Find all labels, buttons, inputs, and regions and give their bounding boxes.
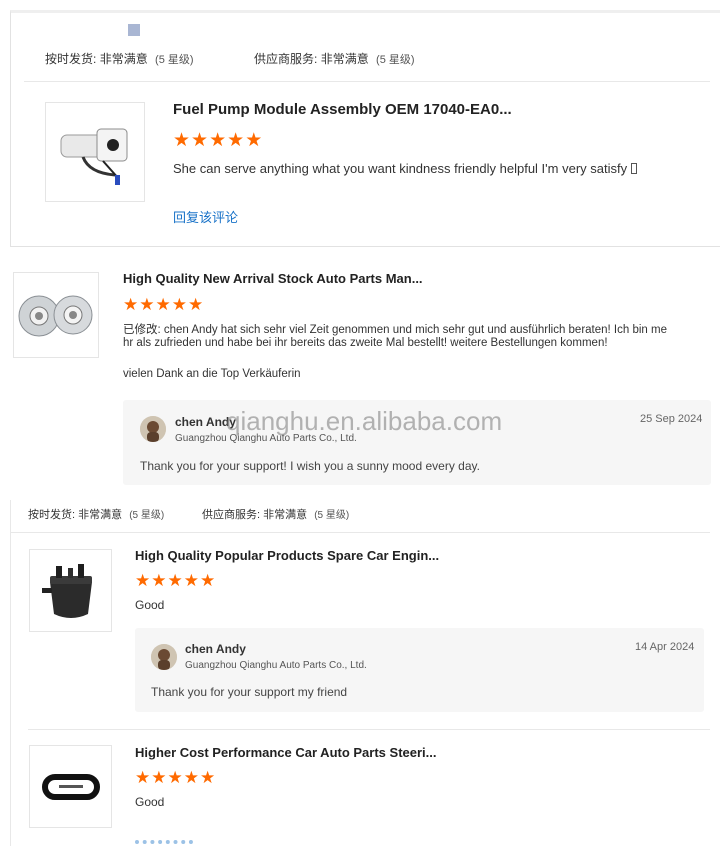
star-icon: ★ xyxy=(183,768,199,787)
review-comment-text: She can serve anything what you want kin… xyxy=(173,161,631,176)
star-icon: ★ xyxy=(200,571,216,590)
reply-company: Guangzhou Qianghu Auto Parts Co., Ltd. xyxy=(175,433,357,444)
star-icon: ★ xyxy=(245,130,263,151)
rating-delivery: 按时发货: 非常满意 (5 星级) xyxy=(45,50,194,67)
rating-service-stars: (5 星级) xyxy=(376,54,415,66)
star-icon: ★ xyxy=(227,130,245,151)
star-icon: ★ xyxy=(123,295,139,314)
rating-stars: ★ ★ ★ ★ ★ xyxy=(135,769,215,786)
review-comment: She can serve anything what you want kin… xyxy=(173,161,637,176)
star-icon: ★ xyxy=(167,768,183,787)
reply-to-review-link[interactable]: 回复该评论 xyxy=(173,207,238,226)
star-icon: ★ xyxy=(151,768,167,787)
review-comment-line: hr als zufrieden und habe bei ihr bereit… xyxy=(123,337,608,349)
rating-stars: ★ ★ ★ ★ ★ xyxy=(173,131,262,150)
product-title[interactable]: Fuel Pump Module Assembly OEM 17040-EA0.… xyxy=(173,101,512,118)
rating-service: 供应商服务: 非常满意 (5 星级) xyxy=(254,50,415,67)
star-icon: ★ xyxy=(139,295,155,314)
review-comment: Good xyxy=(135,795,165,809)
divider xyxy=(24,81,710,82)
star-icon: ★ xyxy=(135,768,151,787)
star-icon: ★ xyxy=(191,130,209,151)
product-thumbnail-fuel-filter[interactable] xyxy=(29,549,112,632)
reply-message: Thank you for your support my friend xyxy=(151,685,348,699)
product-thumbnail-fuel-pump[interactable] xyxy=(45,102,145,202)
star-icon: ★ xyxy=(151,571,167,590)
rating-delivery-label: 按时发货: xyxy=(45,52,97,66)
star-icon: ★ xyxy=(173,130,191,151)
reply-to-review-link-clipped[interactable] xyxy=(135,834,193,846)
reply-date: 25 Sep 2024 xyxy=(640,413,703,425)
reply-author: chen Andy xyxy=(175,415,236,429)
product-title[interactable]: High Quality Popular Products Spare Car … xyxy=(135,548,439,563)
rating-delivery-label: 按时发货: xyxy=(28,509,76,521)
star-icon: ★ xyxy=(167,571,183,590)
product-thumbnail-brake-disc[interactable] xyxy=(13,272,99,358)
rating-service-value: 非常满意 xyxy=(263,509,308,521)
divider xyxy=(28,729,710,730)
rating-stars: ★ ★ ★ ★ ★ xyxy=(135,572,215,589)
product-thumbnail-belt[interactable] xyxy=(29,745,112,828)
star-icon: ★ xyxy=(135,571,151,590)
rating-delivery-value: 非常满意 xyxy=(78,509,123,521)
rating-service-value: 非常满意 xyxy=(320,52,369,66)
unknown-char-icon xyxy=(630,163,637,174)
star-icon: ★ xyxy=(200,768,216,787)
star-icon: ★ xyxy=(155,295,171,314)
left-border xyxy=(10,500,11,846)
rating-delivery: 按时发货: 非常满意 (5 星级) xyxy=(28,506,164,522)
review-comment-line: 已修改: chen Andy hat sich sehr viel Zeit g… xyxy=(123,324,667,336)
belt-thumbnail xyxy=(41,773,100,800)
avatar-icon xyxy=(151,644,177,670)
avatar-icon xyxy=(140,416,166,442)
rating-delivery-stars: (5 星级) xyxy=(129,510,165,521)
rating-delivery-value: 非常满意 xyxy=(99,52,148,66)
star-icon: ★ xyxy=(171,295,187,314)
review-comment-line: vielen Dank an die Top Verkäuferin xyxy=(123,368,301,380)
divider xyxy=(10,532,710,533)
fuel-pump-thumbnail xyxy=(60,128,128,185)
star-icon: ★ xyxy=(188,295,204,314)
review-comment: Good xyxy=(135,598,165,612)
brake-disc-thumbnail xyxy=(18,295,93,337)
star-icon: ★ xyxy=(209,130,227,151)
product-title[interactable]: High Quality New Arrival Stock Auto Part… xyxy=(123,271,423,286)
thumbnail-placeholder-icon xyxy=(128,24,140,36)
fuel-filter-thumbnail xyxy=(41,563,92,618)
rating-service-stars: (5 星级) xyxy=(314,510,350,521)
reply-date: 14 Apr 2024 xyxy=(635,641,695,653)
rating-service-label: 供应商服务: xyxy=(202,509,261,521)
rating-stars: ★ ★ ★ ★ ★ xyxy=(123,296,203,313)
reply-message: Thank you for your support! I wish you a… xyxy=(140,459,480,473)
reply-company: Guangzhou Qianghu Auto Parts Co., Ltd. xyxy=(185,660,367,671)
reply-author: chen Andy xyxy=(185,642,246,656)
rating-service: 供应商服务: 非常满意 (5 星级) xyxy=(202,506,349,522)
rating-service-label: 供应商服务: xyxy=(254,52,318,66)
rating-delivery-stars: (5 星级) xyxy=(155,54,194,66)
star-icon: ★ xyxy=(183,571,199,590)
product-title[interactable]: Higher Cost Performance Car Auto Parts S… xyxy=(135,745,437,760)
